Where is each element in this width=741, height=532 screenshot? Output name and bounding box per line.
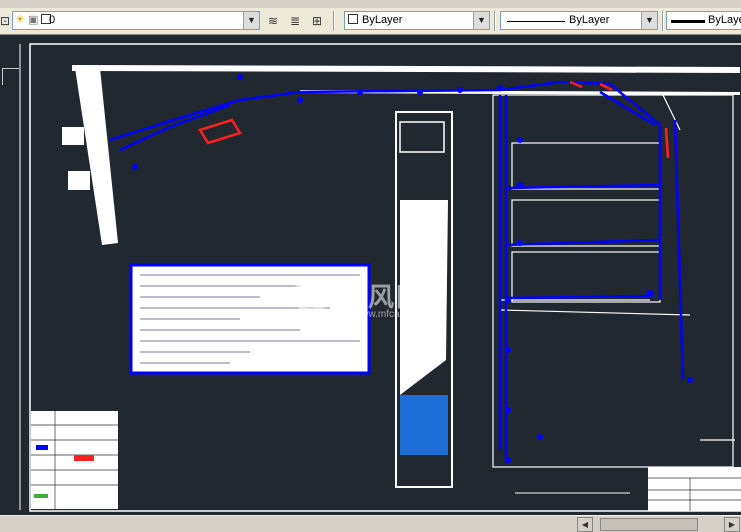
- layers-properties-toolbar: ⊡ ☀ ▣ 0 ▼ ≋ ≣ ⊞ ByLayer ▼ ByLayer ▼ ByLa…: [0, 8, 741, 35]
- toolbar-separator: [494, 11, 496, 31]
- right-structure: [492, 94, 735, 468]
- scroll-right-button[interactable]: ▶: [724, 517, 740, 532]
- horizontal-scrollbar[interactable]: ◀ ▶: [0, 515, 741, 532]
- color-dropdown[interactable]: ByLayer ▼: [344, 11, 490, 30]
- toolbar-separator: [662, 11, 664, 31]
- ucs-icon: [2, 68, 19, 85]
- notes-box: [129, 263, 371, 375]
- cad-drawing: [19, 43, 741, 512]
- scroll-left-button[interactable]: ◀: [577, 517, 593, 532]
- title-block: [648, 467, 741, 511]
- layer-dropdown[interactable]: ☀ ▣ 0 ▼: [12, 11, 260, 30]
- toolbar-separator: [333, 11, 335, 31]
- lineweight-preview: [671, 20, 705, 23]
- layer-states-manager-icon[interactable]: ⊞: [308, 12, 326, 30]
- color-dropdown-arrow[interactable]: ▼: [473, 12, 489, 29]
- color-value: ByLayer: [362, 14, 403, 26]
- scroll-thumb[interactable]: [600, 518, 698, 531]
- linetype-dropdown[interactable]: ByLayer ▼: [500, 11, 658, 30]
- layer-dropdown-arrow[interactable]: ▼: [243, 12, 259, 29]
- legend-table: [31, 411, 118, 509]
- layer-state-icon[interactable]: ⊡: [0, 12, 10, 30]
- shaft: [395, 111, 453, 488]
- lineweight-value: ByLayer: [708, 14, 741, 26]
- linetype-preview: [507, 21, 565, 22]
- linetype-value: ByLayer: [569, 14, 610, 26]
- lightbulb-icon[interactable]: ☀: [15, 14, 25, 26]
- lock-icon[interactable]: ▣: [28, 14, 38, 26]
- layer-value: 0: [49, 14, 56, 26]
- lineweight-dropdown[interactable]: ByLayer: [666, 11, 741, 30]
- water-area: [400, 395, 448, 455]
- linetype-dropdown-arrow[interactable]: ▼: [641, 12, 657, 29]
- drawing-area[interactable]: 沐风网 www.mfcad.com: [0, 35, 741, 515]
- color-swatch-icon: [348, 14, 358, 24]
- make-object-layer-current-icon[interactable]: ≋: [264, 12, 282, 30]
- layer-previous-icon[interactable]: ≣: [286, 12, 304, 30]
